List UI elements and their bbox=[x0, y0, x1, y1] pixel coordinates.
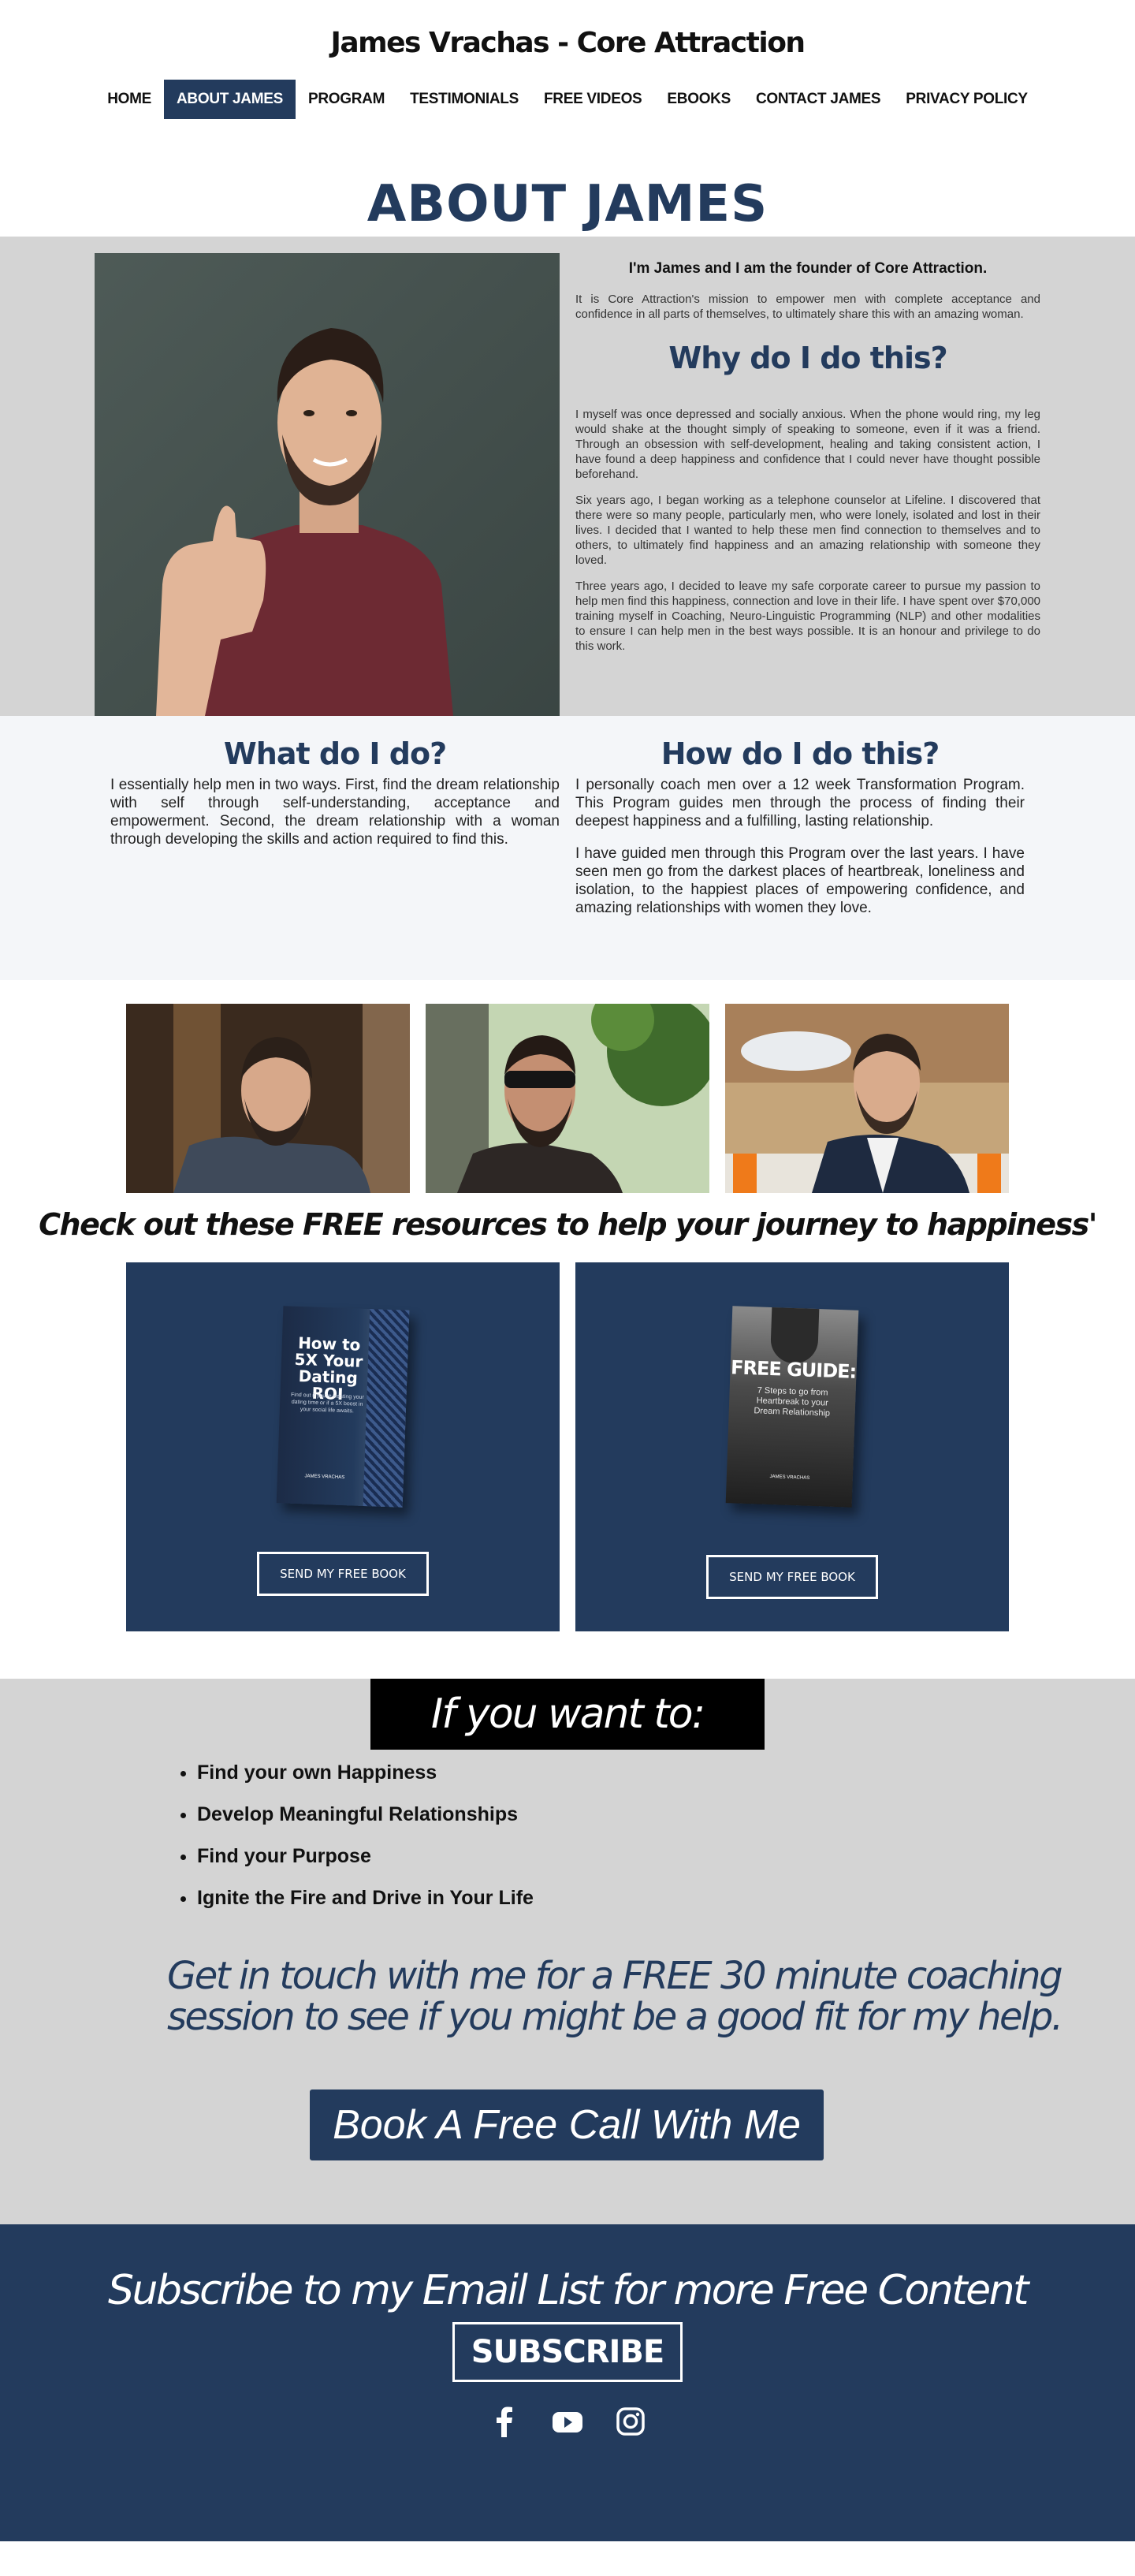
what-text: I essentially help men in two ways. Firs… bbox=[110, 777, 560, 848]
footer: Subscribe to my Email List for more Free… bbox=[0, 2224, 1135, 2541]
goals-list: Find your own Happiness Develop Meaningf… bbox=[197, 1761, 1135, 1910]
james-portrait-photo bbox=[95, 253, 560, 716]
book-cover-author: JAMES VRACHAS bbox=[769, 1474, 810, 1481]
how-column: How do I do this? I personally coach men… bbox=[575, 736, 1025, 980]
what-how-section: What do I do? I essentially help men in … bbox=[0, 716, 1135, 980]
book-cover-subtitle: Find out if you're wasting your dating t… bbox=[290, 1392, 364, 1415]
goal-item: Find your Purpose bbox=[197, 1845, 1135, 1868]
want-section-body: Find your own Happiness Develop Meaningf… bbox=[0, 1679, 1135, 2224]
nav-item-testimonials[interactable]: TESTIMONIALS bbox=[397, 80, 531, 119]
about-paragraph: I myself was once depressed and socially… bbox=[575, 408, 1040, 481]
cta-line-1: Get in touch with me for a FREE 30 minut… bbox=[167, 1954, 1063, 1998]
if-you-want-section: If you want to: Find your own Happiness … bbox=[0, 1679, 1135, 2224]
book-free-call-button[interactable]: Book A Free Call With Me bbox=[310, 2090, 824, 2160]
gallery-photo-3 bbox=[725, 1004, 1009, 1193]
about-paragraph: Three years ago, I decided to leave my s… bbox=[575, 580, 1040, 653]
about-section: I'm James and I am the founder of Core A… bbox=[0, 237, 1135, 716]
photo-gallery bbox=[0, 1004, 1135, 1193]
book-cover-dating-roi: How to 5X Your Dating ROI Find out if yo… bbox=[276, 1306, 410, 1508]
main-nav: HOME ABOUT JAMES PROGRAM TESTIMONIALS FR… bbox=[0, 80, 1135, 119]
goal-item: Ignite the Fire and Drive in Your Life bbox=[197, 1887, 1135, 1910]
nav-item-contact-james[interactable]: CONTACT JAMES bbox=[743, 80, 893, 119]
how-paragraph: I personally coach men over a 12 week Tr… bbox=[575, 777, 1025, 829]
send-free-book-button[interactable]: SEND MY FREE BOOK bbox=[706, 1555, 878, 1599]
goal-item: Develop Meaningful Relationships bbox=[197, 1803, 1135, 1826]
coaching-cta-text: Get in touch with me for a FREE 30 minut… bbox=[167, 1955, 1135, 2037]
nav-item-about-james[interactable]: ABOUT JAMES bbox=[164, 80, 296, 119]
gallery-photo-2 bbox=[426, 1004, 709, 1193]
goal-item: Find your own Happiness bbox=[197, 1761, 1135, 1784]
nav-item-privacy-policy[interactable]: PRIVACY POLICY bbox=[893, 80, 1040, 119]
about-mission: It is Core Attraction's mission to empow… bbox=[575, 293, 1040, 321]
book-cover-free-guide: FREE GUIDE: 7 Steps to go from Heartbrea… bbox=[725, 1306, 859, 1508]
page-heading: ABOUT JAMES bbox=[367, 175, 768, 233]
facebook-icon[interactable] bbox=[489, 2406, 520, 2437]
site-title[interactable]: James Vrachas - Core Attraction bbox=[0, 0, 1135, 59]
book-cover-author: JAMES VRACHAS bbox=[304, 1474, 345, 1481]
what-column: What do I do? I essentially help men in … bbox=[110, 736, 560, 980]
if-you-want-banner: If you want to: bbox=[370, 1679, 765, 1750]
nav-item-ebooks[interactable]: EBOOKS bbox=[654, 80, 743, 119]
site-header: James Vrachas - Core Attraction HOME ABO… bbox=[0, 0, 1135, 148]
resources-heading: Check out these FREE resources to help y… bbox=[39, 1207, 1097, 1242]
book-cover-subtitle: 7 Steps to go from Heartbreak to your Dr… bbox=[754, 1385, 831, 1418]
why-heading: Why do I do this? bbox=[668, 341, 947, 375]
subscribe-heading: Subscribe to my Email List for more Free… bbox=[108, 2267, 1029, 2314]
cta-line-2: session to see if you might be a good fi… bbox=[167, 1995, 1063, 2039]
what-heading: What do I do? bbox=[223, 736, 447, 771]
nav-item-program[interactable]: PROGRAM bbox=[296, 80, 397, 119]
gallery-photo-1 bbox=[126, 1004, 410, 1193]
social-links bbox=[0, 2406, 1135, 2437]
subscribe-button[interactable]: SUBSCRIBE bbox=[452, 2322, 683, 2382]
how-heading: How do I do this? bbox=[661, 736, 940, 771]
instagram-icon[interactable] bbox=[615, 2406, 646, 2437]
nav-item-free-videos[interactable]: FREE VIDEOS bbox=[531, 80, 654, 119]
how-paragraph: I have guided men through this Program o… bbox=[575, 845, 1025, 916]
book-card-free-guide: FREE GUIDE: 7 Steps to go from Heartbrea… bbox=[575, 1262, 1009, 1631]
nav-item-home[interactable]: HOME bbox=[95, 80, 164, 119]
free-books: How to 5X Your Dating ROI Find out if yo… bbox=[0, 1262, 1135, 1631]
send-free-book-button[interactable]: SEND MY FREE BOOK bbox=[257, 1552, 429, 1596]
about-intro: I'm James and I am the founder of Core A… bbox=[628, 260, 988, 277]
youtube-icon[interactable] bbox=[552, 2406, 583, 2437]
book-card-dating-roi: How to 5X Your Dating ROI Find out if yo… bbox=[126, 1262, 560, 1631]
about-text: I'm James and I am the founder of Core A… bbox=[575, 254, 1040, 654]
book-cover-title: FREE GUIDE: bbox=[730, 1356, 857, 1383]
about-paragraph: Six years ago, I began working as a tele… bbox=[575, 494, 1040, 567]
